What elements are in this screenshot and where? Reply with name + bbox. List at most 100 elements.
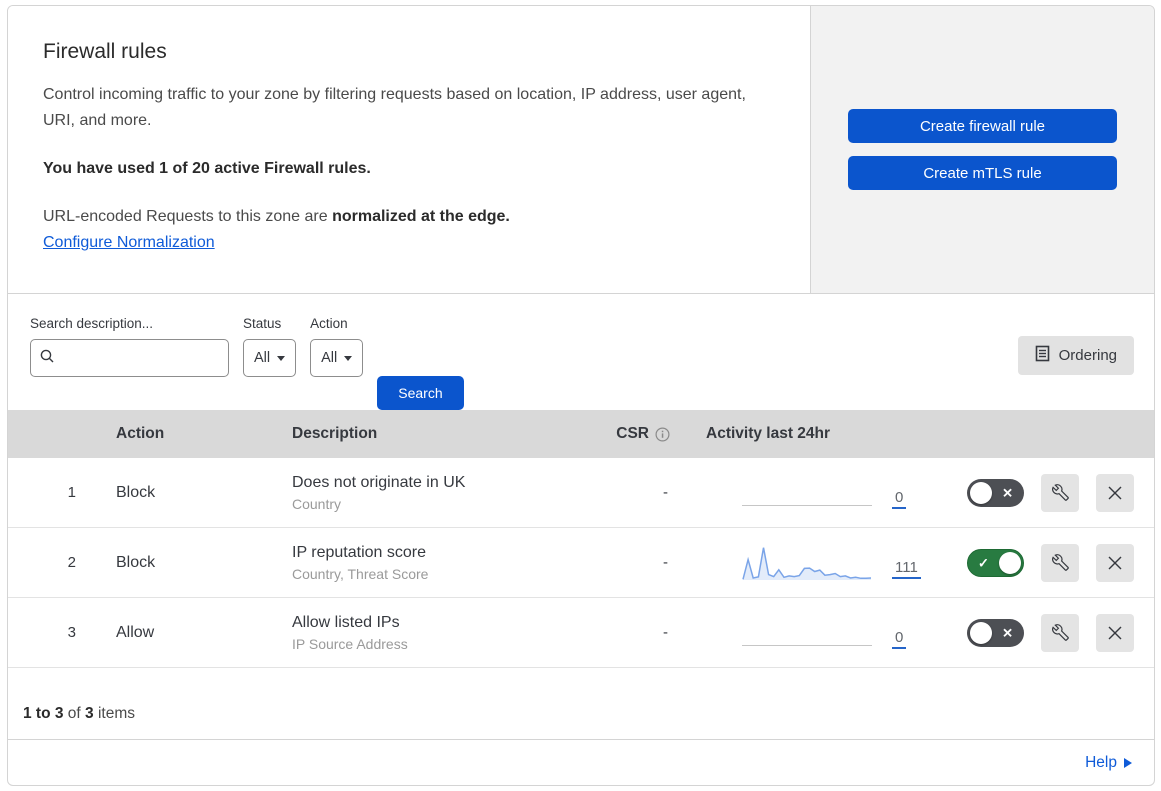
rule-csr-value: -: [663, 624, 668, 641]
rule-priority: 2: [67, 554, 76, 571]
close-icon: [1107, 625, 1123, 641]
search-button[interactable]: Search: [377, 376, 464, 410]
activity-count-link[interactable]: 0: [892, 489, 907, 509]
edit-rule-button[interactable]: [1041, 473, 1079, 512]
toggle-knob: [999, 551, 1021, 574]
rule-filter-fields: Country, Threat Score: [292, 565, 429, 582]
toggle-knob: [970, 481, 992, 504]
toggle-knob: [970, 621, 992, 644]
edit-rule-button[interactable]: [1041, 613, 1079, 652]
rules-table-body: 1 Block Does not originate in UK Country - 0 ✕…: [8, 458, 1154, 668]
table-row: 3 Allow Allow listed IPs IP Source Address -…: [8, 598, 1154, 668]
delete-rule-button[interactable]: [1096, 613, 1134, 652]
rule-csr-value: -: [663, 554, 668, 571]
page-description: Control incoming traffic to your zone by…: [43, 86, 746, 129]
filter-bar: Search description... Status All Action …: [8, 294, 1154, 410]
activity-sparkline: [742, 543, 872, 583]
action-column-header: Action: [116, 425, 165, 442]
search-box: [30, 339, 229, 377]
rule-enabled-toggle[interactable]: ✕: [967, 478, 1024, 507]
ordering-button[interactable]: Ordering: [1017, 336, 1134, 375]
rule-description: Does not originate in UK: [292, 473, 466, 491]
csr-column-label: CSR: [616, 425, 649, 442]
top-section: Firewall rules Control incoming traffic …: [8, 6, 1154, 294]
activity-flatline: [742, 613, 872, 653]
delete-rule-button[interactable]: [1096, 543, 1134, 582]
firewall-rules-card: Firewall rules Control incoming traffic …: [7, 5, 1155, 786]
action-dropdown-value: All: [321, 350, 338, 366]
status-label: Status: [243, 316, 282, 331]
rule-action: Allow: [116, 623, 155, 641]
create-firewall-rule-button[interactable]: Create firewall rule: [848, 109, 1117, 143]
page-title: Firewall rules: [43, 40, 167, 63]
search-icon: [39, 348, 55, 369]
x-icon: ✕: [1002, 625, 1013, 640]
wrench-icon: [1051, 554, 1069, 571]
usage-summary: You have used 1 of 20 active Firewall ru…: [43, 159, 371, 177]
items-count-text: 1 to 3 of 3 items: [23, 705, 135, 722]
rule-priority: 3: [67, 624, 76, 641]
rule-csr-value: -: [663, 484, 668, 501]
edit-rule-button[interactable]: [1041, 543, 1079, 582]
rule-controls: ✕: [912, 473, 1154, 512]
wrench-icon: [1051, 484, 1069, 501]
action-filter-group: Action All: [310, 316, 364, 377]
info-icon[interactable]: [655, 426, 670, 442]
close-icon: [1107, 485, 1123, 501]
rule-description-cell: Does not originate in UK Country: [282, 474, 592, 512]
table-row: 2 Block IP reputation score Country, Threat…: [8, 528, 1154, 598]
rule-priority: 1: [67, 484, 76, 501]
rule-controls: ✓: [912, 543, 1154, 582]
table-row: 1 Block Does not originate in UK Country - 0 ✕: [8, 458, 1154, 528]
rule-description: Allow listed IPs: [292, 613, 400, 631]
rule-description-cell: Allow listed IPs IP Source Address: [282, 614, 592, 652]
rule-activity-cell: 0: [682, 473, 912, 513]
help-link[interactable]: Help: [1085, 754, 1132, 772]
action-label: Action: [310, 316, 348, 331]
activity-count-link[interactable]: 0: [892, 629, 907, 649]
intro-panel: Firewall rules Control incoming traffic …: [8, 6, 811, 293]
x-icon: ✕: [1002, 485, 1013, 500]
chevron-down-icon: [277, 355, 286, 361]
items-footer: 1 to 3 of 3 items: [8, 668, 1154, 740]
help-label: Help: [1085, 753, 1117, 771]
delete-rule-button[interactable]: [1096, 473, 1134, 512]
search-group: Search description...: [30, 316, 229, 377]
status-filter-group: Status All: [243, 316, 297, 377]
rules-table-header: Action Description CSR Activity last 24h…: [8, 410, 1154, 458]
flatline: [742, 644, 872, 646]
ordering-label: Ordering: [1058, 347, 1117, 364]
rule-controls: ✕: [912, 613, 1154, 652]
normalization-note-text: URL-encoded Requests to this zone are: [43, 207, 333, 225]
ordering-icon: [1035, 345, 1050, 366]
help-bar: Help: [8, 740, 1154, 785]
rule-action: Block: [116, 553, 156, 571]
status-dropdown[interactable]: All: [243, 339, 297, 377]
rule-enabled-toggle[interactable]: ✕: [967, 618, 1024, 647]
rule-filter-fields: Country: [292, 495, 342, 512]
check-icon: ✓: [978, 555, 989, 570]
rule-enabled-toggle[interactable]: ✓: [967, 548, 1024, 577]
configure-normalization-link[interactable]: Configure Normalization: [43, 234, 215, 251]
rule-description-cell: IP reputation score Country, Threat Score: [282, 544, 592, 582]
csr-column-header: CSR: [592, 425, 682, 443]
create-mtls-rule-button[interactable]: Create mTLS rule: [848, 156, 1117, 190]
search-input[interactable]: [55, 350, 220, 366]
rule-filter-fields: IP Source Address: [292, 635, 408, 652]
description-column-header: Description: [292, 425, 378, 442]
normalization-note-bold: normalized at the edge.: [332, 207, 510, 225]
flatline: [742, 504, 872, 506]
normalization-note: URL-encoded Requests to this zone are no…: [43, 208, 770, 226]
close-icon: [1107, 555, 1123, 571]
search-button-group: Search: [377, 373, 464, 410]
help-arrow-icon: [1124, 757, 1132, 768]
chevron-down-icon: [344, 355, 353, 361]
rule-action: Block: [116, 483, 156, 501]
activity-flatline: [742, 473, 872, 513]
rule-activity-cell: 0: [682, 613, 912, 653]
action-dropdown[interactable]: All: [310, 339, 364, 377]
search-label: Search description...: [30, 316, 154, 331]
rule-activity-cell: 111: [682, 543, 921, 583]
status-dropdown-value: All: [254, 350, 271, 366]
rule-description: IP reputation score: [292, 543, 427, 561]
